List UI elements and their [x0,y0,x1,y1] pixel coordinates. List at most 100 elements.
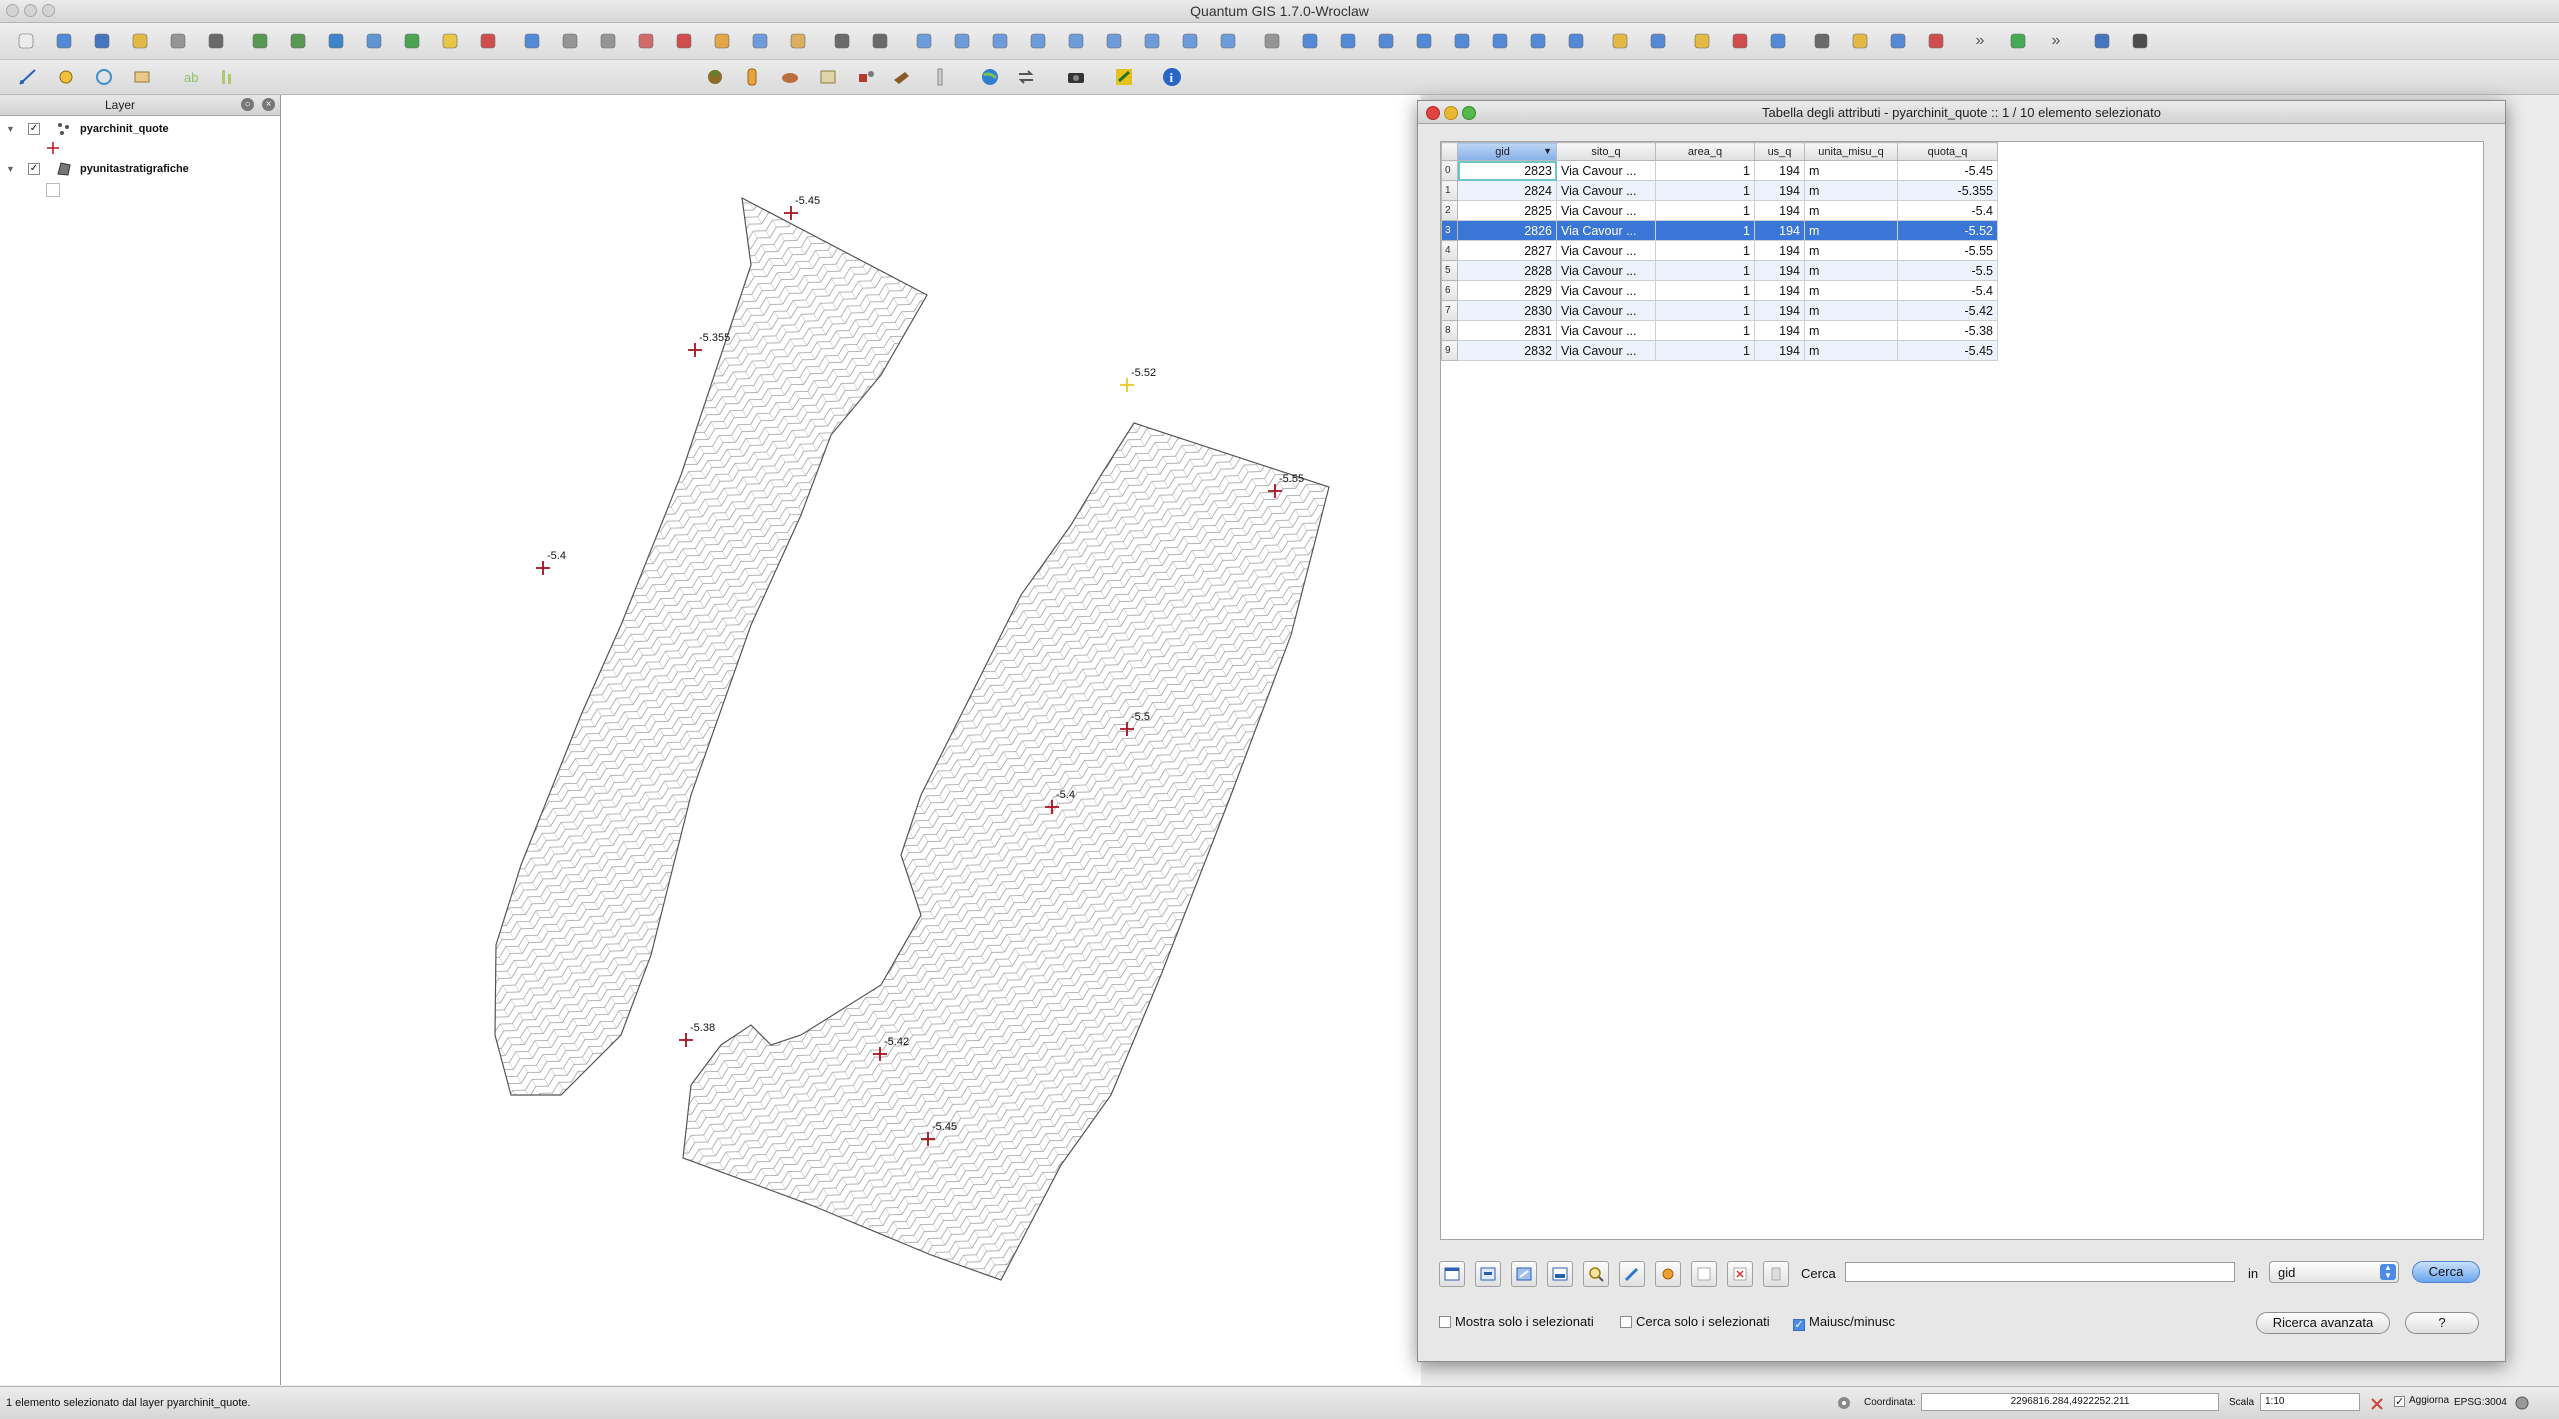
zoom-out-icon[interactable] [1336,29,1360,53]
zoom-to-selection-icon[interactable] [1583,1261,1609,1287]
checkbox-box[interactable]: ✓ [2394,1396,2405,1408]
help-button[interactable]: ? [2405,1312,2479,1334]
green-leaf-icon[interactable] [2006,29,2030,53]
cell-gid[interactable]: 2824 [1457,180,1557,201]
cell-quota-q[interactable]: -5.55 [1897,240,1998,261]
cell-gid[interactable]: 2830 [1457,300,1557,321]
cell-quota-q[interactable]: -5.52 [1897,220,1998,241]
python-icon[interactable] [2090,29,2114,53]
attribute-table[interactable]: gid ▼ sito_q area_q us_q unita_misu_q qu… [1440,141,2484,1240]
layer-item-pyarchinit-quote[interactable]: ▼ ✓ pyarchinit_quote [0,119,280,141]
more-icon[interactable]: » [1968,29,1992,53]
cell-us-q[interactable]: 194 [1754,320,1805,341]
elevation-point[interactable] [1045,800,1059,814]
field-calculator-icon[interactable] [1763,1261,1789,1287]
pyarchinit-us-icon[interactable] [740,65,764,89]
row-number[interactable]: 7 [1441,300,1458,321]
cell-gid[interactable]: 2827 [1457,240,1557,261]
cell-quota-q[interactable]: -5.45 [1897,340,1998,361]
simplify-icon[interactable] [912,29,936,53]
row-number[interactable]: 5 [1441,260,1458,281]
selected-elevation-point[interactable] [1120,378,1134,392]
cell-sito-q[interactable]: Via Cavour ... [1556,340,1656,361]
table-row[interactable]: 3 2826 Via Cavour ... 1 194 m -5.52 [1441,220,1998,241]
pyarchinit-finds-icon[interactable] [778,65,802,89]
case-sensitive-checkbox[interactable]: ✓ Maiusc/minusc [1793,1314,1895,1331]
cell-quota-q[interactable]: -5.5 [1897,260,1998,281]
cell-sito-q[interactable]: Via Cavour ... [1556,280,1656,301]
cell-us-q[interactable]: 194 [1754,220,1805,241]
copy-selected-rows-icon[interactable] [1547,1261,1573,1287]
elevation-point[interactable] [1120,722,1134,736]
capture-point-icon[interactable] [596,29,620,53]
table-row[interactable]: 5 2828 Via Cavour ... 1 194 m -5.5 [1441,260,1998,281]
cell-us-q[interactable]: 194 [1754,160,1805,181]
cell-unita-misu-q[interactable]: m [1804,200,1898,221]
cell-sito-q[interactable]: Via Cavour ... [1556,240,1656,261]
cell-unita-misu-q[interactable]: m [1804,340,1898,361]
cell-area-q[interactable]: 1 [1655,240,1755,261]
row-number[interactable]: 0 [1441,160,1458,181]
add-raster-layer-icon[interactable] [286,29,310,53]
cell-quota-q[interactable]: -5.4 [1897,200,1998,221]
coordinate-field[interactable]: 2296816.284,4922252.211 [1921,1393,2219,1411]
search-field-select[interactable]: gid ▲ ▼ [2269,1261,2399,1283]
cell-gid[interactable]: 2823 [1457,160,1557,181]
table-row[interactable]: 7 2830 Via Cavour ... 1 194 m -5.42 [1441,300,1998,321]
zoom-last-icon[interactable] [1488,29,1512,53]
elevation-point[interactable] [873,1047,887,1061]
attribute-grid[interactable]: gid ▼ sito_q area_q us_q unita_misu_q qu… [1441,142,1998,361]
cell-us-q[interactable]: 194 [1754,340,1805,361]
checkbox-box[interactable]: ✓ [1793,1319,1805,1331]
cell-us-q[interactable]: 194 [1754,200,1805,221]
row-number[interactable]: 6 [1441,280,1458,301]
map-tips-icon[interactable] [1608,29,1632,53]
delete-column-icon[interactable] [1727,1261,1753,1287]
cell-sito-q[interactable]: Via Cavour ... [1556,160,1656,181]
layer-visibility-checkbox[interactable]: ✓ [28,123,40,135]
save-project-icon[interactable] [90,29,114,53]
render-checkbox[interactable]: ✓ Aggiorna [2394,1395,2449,1408]
cell-us-q[interactable]: 194 [1754,300,1805,321]
column-header-quota-q[interactable]: quota_q [1897,142,1998,161]
capture-line-icon[interactable] [634,29,658,53]
print-icon[interactable] [204,29,228,53]
table-row[interactable]: 1 2824 Via Cavour ... 1 194 m -5.355 [1441,180,1998,201]
zoom-selection-icon[interactable] [1450,29,1474,53]
delete-ring-icon[interactable] [1026,29,1050,53]
copy-features-icon[interactable] [748,29,772,53]
cell-gid[interactable]: 2825 [1457,200,1557,221]
cell-us-q[interactable]: 194 [1754,280,1805,301]
elevation-point[interactable] [688,343,702,357]
zoom-full-icon[interactable] [1374,29,1398,53]
search-input[interactable] [1845,1262,2235,1282]
pan-icon[interactable] [1260,29,1284,53]
undo-icon[interactable] [830,29,854,53]
cell-area-q[interactable]: 1 [1655,280,1755,301]
selected-to-top-icon[interactable] [1475,1261,1501,1287]
save-as-icon[interactable] [128,29,152,53]
digitize-icon[interactable] [16,65,40,89]
float-panel-icon[interactable]: ○ [241,98,254,111]
node-tool-icon[interactable] [54,65,78,89]
cell-quota-q[interactable]: -5.42 [1897,300,1998,321]
reshape-icon[interactable] [1102,29,1126,53]
checkbox-box[interactable] [1620,1316,1632,1328]
elevation-point[interactable] [1268,484,1282,498]
search-selected-only-checkbox[interactable]: Cerca solo i selezionati [1620,1314,1770,1329]
remove-layer-icon[interactable] [476,29,500,53]
map-canvas[interactable]: -5.45 -5.355 -5.4 -5.52 -5.55 -5.5 -5.4 -5.38 -5… [281,95,1421,1385]
more-icon[interactable]: » [2044,29,2068,53]
refresh-icon[interactable] [1564,29,1588,53]
row-number[interactable]: 4 [1441,240,1458,261]
cell-quota-q[interactable]: -5.45 [1897,160,1998,181]
merge-icon[interactable] [1178,29,1202,53]
remove-selection-icon[interactable] [1439,1261,1465,1287]
elevation-point[interactable] [921,1132,935,1146]
cell-area-q[interactable]: 1 [1655,320,1755,341]
zoom-in-icon[interactable] [1298,29,1322,53]
cell-gid[interactable]: 2828 [1457,260,1557,281]
cell-sito-q[interactable]: Via Cavour ... [1556,300,1656,321]
measure-icon[interactable] [1810,29,1834,53]
globe-icon[interactable] [978,65,1002,89]
